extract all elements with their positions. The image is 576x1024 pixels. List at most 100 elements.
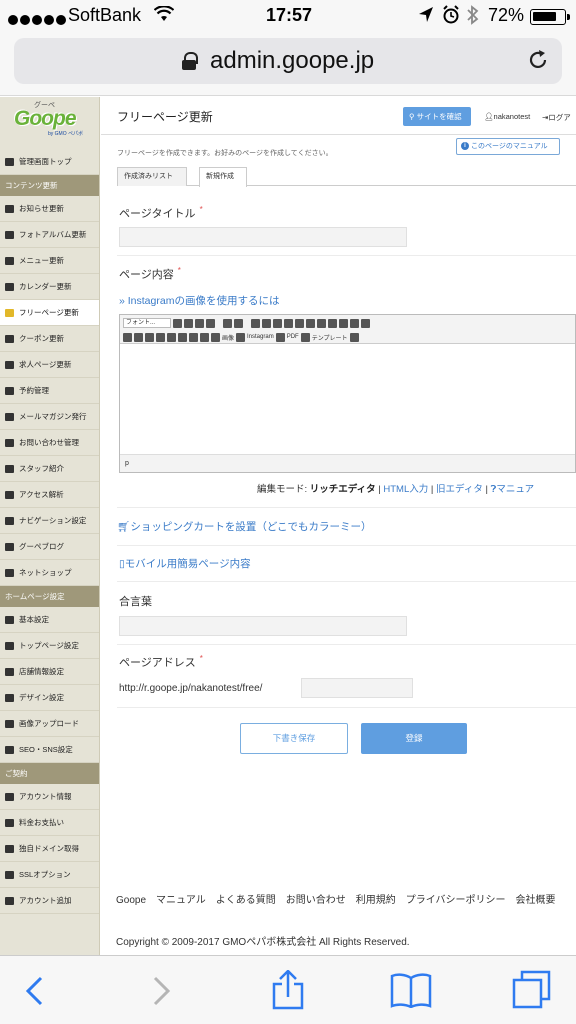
sidebar-item-ssl[interactable]: SSLオプション	[0, 862, 99, 888]
help-icon[interactable]	[349, 332, 359, 342]
reload-icon[interactable]	[526, 48, 550, 79]
bold-icon[interactable]	[173, 318, 182, 328]
sidebar-item-dashboard[interactable]: 管理画面トップ	[0, 149, 99, 175]
mobile-page-label: モバイル用簡易ページ内容	[124, 558, 251, 570]
template-button[interactable]: テンプレート	[312, 333, 348, 342]
bg-color-icon[interactable]	[234, 318, 243, 328]
redo-icon[interactable]	[134, 332, 143, 342]
address-prefix: http://r.goope.jp/nakanotest/free/	[119, 683, 263, 694]
title-input[interactable]	[119, 227, 407, 247]
tab-new[interactable]: 新規作成	[199, 167, 247, 187]
address-bar[interactable]: admin.goope.jp	[14, 38, 562, 84]
align-justify-icon[interactable]	[295, 318, 304, 328]
sidebar-item-coupon[interactable]: クーポン更新	[0, 326, 99, 352]
user-icon	[5, 793, 14, 801]
share-button[interactable]	[258, 956, 318, 1024]
fullscreen-icon[interactable]	[361, 318, 370, 328]
sidebar-item-seo-sns[interactable]: SEO・SNS設定	[0, 737, 99, 763]
manual-button[interactable]: このページのマニュアル	[456, 138, 560, 155]
instagram-help-link[interactable]: » Instagramの画像を使用するには	[119, 293, 279, 308]
sidebar-item-top-page[interactable]: トップページ設定	[0, 633, 99, 659]
clear-format-icon[interactable]	[251, 318, 260, 328]
strikethrough-icon[interactable]	[206, 318, 215, 328]
special-char-icon[interactable]	[189, 332, 198, 342]
italic-icon[interactable]	[184, 318, 193, 328]
align-right-icon[interactable]	[284, 318, 293, 328]
sidebar-item-staff[interactable]: スタッフ紹介	[0, 456, 99, 482]
sidebar-item-free-page[interactable]: フリーページ更新	[0, 300, 99, 326]
register-button[interactable]: 登録	[361, 723, 467, 754]
ticket-icon	[5, 335, 14, 343]
sidebar-item-inquiries[interactable]: お問い合わせ管理	[0, 430, 99, 456]
sidebar-item-shop[interactable]: ネットショップ	[0, 560, 99, 586]
sidebar-item-navigation[interactable]: ナビゲーション設定	[0, 508, 99, 534]
sidebar-item-jobs[interactable]: 求人ページ更新	[0, 352, 99, 378]
address-input[interactable]	[301, 678, 413, 698]
sidebar-item-calendar[interactable]: カレンダー更新	[0, 274, 99, 300]
mode-old-editor[interactable]: 旧エディタ	[436, 484, 483, 495]
media-icon[interactable]	[178, 332, 187, 342]
link-icon[interactable]	[145, 332, 154, 342]
underline-icon[interactable]	[195, 318, 204, 328]
sidebar-section-header: ご契約	[0, 763, 99, 784]
image-icon[interactable]	[211, 332, 220, 342]
rich-text-editor: フォント... 画像 Instagram PDF テンプレート p	[119, 314, 576, 473]
logout-link[interactable]: ⇥ログア	[542, 112, 571, 123]
forward-button[interactable]	[130, 956, 190, 1024]
tab-created-list[interactable]: 作成済みリスト	[117, 167, 187, 186]
password-input[interactable]	[119, 616, 407, 636]
save-draft-button[interactable]: 下書き保存	[240, 723, 348, 754]
paragraph-icon[interactable]	[328, 318, 337, 328]
mobile-page-link[interactable]: ▯モバイル用簡易ページ内容	[119, 556, 251, 571]
sidebar-item-photo-album[interactable]: フォトアルバム更新	[0, 222, 99, 248]
find-icon[interactable]	[200, 332, 209, 342]
divider	[117, 545, 576, 546]
home-icon	[5, 158, 14, 166]
view-site-button[interactable]: ⚲ サイトを確認	[403, 107, 471, 126]
pdf-icon[interactable]	[275, 332, 285, 342]
preview-icon[interactable]	[339, 318, 348, 328]
instagram-icon[interactable]	[236, 332, 246, 342]
sidebar-item-blog[interactable]: グーペブログ	[0, 534, 99, 560]
sidebar-item-reservation[interactable]: 予約管理	[0, 378, 99, 404]
shopping-cart-link[interactable]: 🛒︎ショッピングカートを設置（どこでもカラーミー）	[117, 519, 372, 534]
undo-icon[interactable]	[123, 332, 132, 342]
mode-manual-link[interactable]: ❓︎マニュア	[491, 484, 535, 495]
sidebar-item-news[interactable]: お知らせ更新	[0, 196, 99, 222]
align-center-icon[interactable]	[273, 318, 282, 328]
align-left-icon[interactable]	[262, 318, 271, 328]
table-icon[interactable]	[167, 332, 176, 342]
sidebar-item-newsletter[interactable]: メールマガジン発行	[0, 404, 99, 430]
tabs-button[interactable]	[502, 956, 562, 1024]
bullet-list-icon[interactable]	[306, 318, 315, 328]
sidebar-item-account[interactable]: アカウント情報	[0, 784, 99, 810]
person-icon	[5, 361, 14, 369]
editor-content-area[interactable]	[120, 344, 575, 454]
sidebar-item-image-upload[interactable]: 画像アップロード	[0, 711, 99, 737]
sidebar-item-analytics[interactable]: アクセス解析	[0, 482, 99, 508]
pdf-button[interactable]: PDF	[287, 334, 299, 340]
instagram-button[interactable]: Instagram	[247, 334, 274, 340]
bookmarks-button[interactable]	[380, 956, 440, 1024]
sidebar-item-basic-settings[interactable]: 基本設定	[0, 607, 99, 633]
sidebar-item-label: SEO・SNS設定	[19, 745, 73, 754]
goope-logo[interactable]: グーペ Goope by GMO ペパボ	[0, 97, 99, 149]
numbered-list-icon[interactable]	[317, 318, 326, 328]
text-color-icon[interactable]	[223, 318, 232, 328]
footer-links[interactable]: Goope マニュアル よくある質問 お問い合わせ 利用規約 プライバシーポリシ…	[116, 892, 576, 909]
template-icon[interactable]	[300, 332, 310, 342]
sidebar-item-store-info[interactable]: 店舗情報設定	[0, 659, 99, 685]
source-icon[interactable]	[350, 318, 359, 328]
mode-rich-editor[interactable]: リッチエディタ	[310, 484, 376, 495]
user-name[interactable]: 👤︎nakanotest	[484, 112, 530, 121]
sidebar-item-menu[interactable]: メニュー更新	[0, 248, 99, 274]
sidebar-item-domain[interactable]: 独自ドメイン取得	[0, 836, 99, 862]
image-button[interactable]: 画像	[222, 333, 234, 342]
mode-html[interactable]: HTML入力	[383, 484, 428, 495]
sidebar-item-design[interactable]: デザイン設定	[0, 685, 99, 711]
font-select[interactable]: フォント...	[123, 318, 171, 328]
back-button[interactable]	[4, 956, 64, 1024]
sidebar-item-payment[interactable]: 料金お支払い	[0, 810, 99, 836]
sidebar-item-add-account[interactable]: アカウント追加	[0, 888, 99, 914]
unlink-icon[interactable]	[156, 332, 165, 342]
